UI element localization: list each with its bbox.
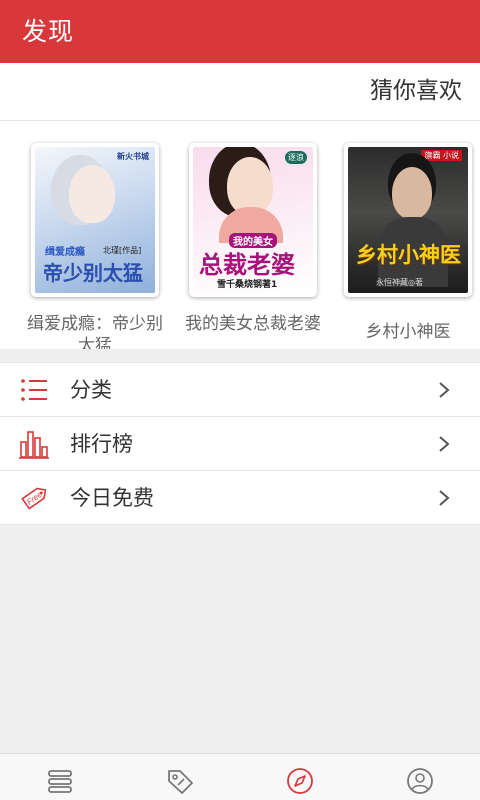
bookshelf-icon: [48, 770, 72, 793]
menu-item-ranking[interactable]: 排行榜: [0, 417, 480, 471]
book-cover[interactable]: 旗霸 小说 乡村小神医 永恒神藏◎著: [344, 143, 472, 297]
book-cover-art: 旗霸 小说 乡村小神医 永恒神藏◎著: [348, 147, 468, 293]
user-icon: [407, 768, 433, 794]
book-card[interactable]: 逐浪 我的美女 总裁老婆 雪千桑烧钢著1 我的美女总裁老婆: [185, 143, 321, 349]
cover-figure: [69, 165, 115, 223]
cover-author: 永恒神藏◎著: [376, 278, 423, 287]
cover-badge: 旗霸 小说: [421, 150, 462, 161]
menu-item-label: 分类: [70, 378, 112, 402]
free-tag-icon: Free: [21, 487, 47, 510]
compass-icon: [287, 768, 313, 794]
cover-author: 北瑾[作品]: [103, 246, 142, 255]
cover-title: 乡村小神医: [356, 242, 461, 267]
recommend-section-title: 猜你喜欢: [370, 78, 462, 104]
recommend-book-list: 新火书城 缉爱成瘾 北瑾[作品] 帝少别太猛 缉爱成瘾：帝少别太猛 逐浪 我的美…: [0, 121, 480, 349]
tag-icon: [168, 770, 193, 794]
menu-item-label: 排行榜: [70, 432, 133, 456]
cover-tag: 缉爱成瘾: [45, 247, 85, 258]
tab-bookshelf[interactable]: [0, 754, 120, 800]
bottom-nav: [0, 753, 480, 800]
bar-chart-icon: [19, 431, 49, 459]
cover-badge: 逐浪: [285, 151, 307, 164]
cover-figure: [392, 167, 432, 219]
cover-badge: 新火书城: [117, 152, 149, 161]
tab-discover[interactable]: [240, 754, 360, 800]
menu-item-free-today[interactable]: Free 今日免费: [0, 471, 480, 525]
book-card[interactable]: 旗霸 小说 乡村小神医 永恒神藏◎著 乡村小神医: [340, 143, 476, 349]
book-cover-art: 逐浪 我的美女 总裁老婆 雪千桑烧钢著1: [193, 147, 313, 293]
recommend-header: 猜你喜欢: [0, 63, 480, 121]
menu-item-label: 今日免费: [70, 486, 154, 510]
book-cover-art: 新火书城 缉爱成瘾 北瑾[作品] 帝少别太猛: [35, 147, 155, 293]
book-title[interactable]: 我的美女总裁老婆: [185, 313, 321, 349]
book-cover[interactable]: 新火书城 缉爱成瘾 北瑾[作品] 帝少别太猛: [31, 143, 159, 297]
page-title: 发现: [22, 17, 75, 46]
discover-menu: 分类 排行榜 Free 今日免费: [0, 362, 480, 525]
chevron-right-icon: [439, 382, 450, 398]
cover-title: 总裁老婆: [199, 250, 295, 279]
chevron-right-icon: [439, 436, 450, 452]
menu-item-category[interactable]: 分类: [0, 363, 480, 417]
tab-profile[interactable]: [360, 754, 480, 800]
chevron-right-icon: [439, 490, 450, 506]
list-icon: [21, 379, 47, 401]
cover-title: 帝少别太猛: [43, 261, 143, 285]
top-bar: 发现: [0, 0, 480, 63]
book-title[interactable]: 缉爱成瘾：帝少别太猛: [27, 313, 163, 349]
cover-author: 雪千桑烧钢著1: [217, 280, 278, 290]
book-title[interactable]: 乡村小神医: [340, 313, 476, 349]
tab-store[interactable]: [120, 754, 240, 800]
book-card[interactable]: 新火书城 缉爱成瘾 北瑾[作品] 帝少别太猛 缉爱成瘾：帝少别太猛: [27, 143, 163, 349]
book-cover[interactable]: 逐浪 我的美女 总裁老婆 雪千桑烧钢著1: [189, 143, 317, 297]
